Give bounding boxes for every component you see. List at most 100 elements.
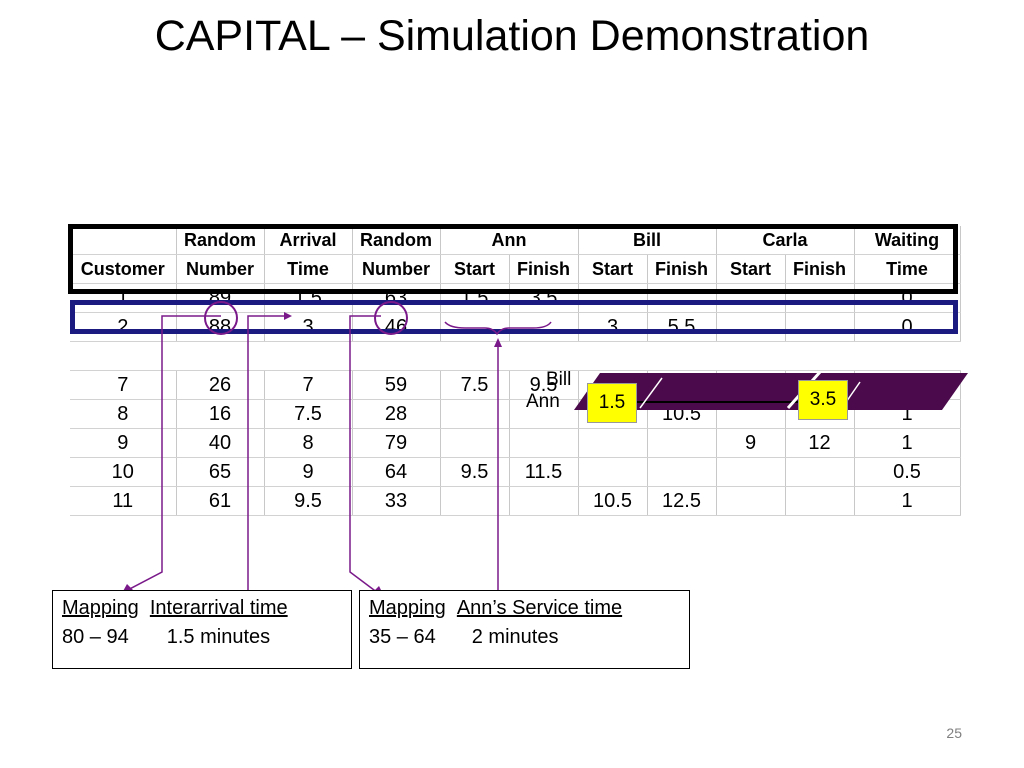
table-body-top: 1 89 1.5 63 1.5 3.5 0 2 88 3 46 3 5.5 0	[70, 283, 961, 342]
group-header: Waiting	[854, 226, 961, 255]
table-cell: 12	[785, 428, 855, 458]
table-cell	[785, 486, 855, 516]
sub-header: Finish	[785, 254, 855, 284]
table-cell	[440, 486, 510, 516]
table-cell	[509, 428, 579, 458]
table-cell: 26	[176, 370, 265, 400]
table-cell	[647, 428, 717, 458]
table-cell: 40	[176, 428, 265, 458]
table-cell: 11.5	[509, 457, 579, 487]
table-cell: 7	[264, 370, 353, 400]
circle-random-63	[374, 301, 408, 335]
callout-subtitle: Ann’s Service time	[456, 597, 623, 619]
table-cell: 3.5	[509, 283, 579, 313]
table-cell: 61	[176, 486, 265, 516]
table-cell: 8	[70, 399, 177, 429]
sub-header: Finish	[509, 254, 579, 284]
table-cell: 1	[854, 486, 961, 516]
gantt-end-value: 3.5	[798, 380, 848, 420]
sub-header: Time	[854, 254, 961, 284]
table-cell: 3	[264, 312, 353, 342]
table-cell: 9.5	[440, 457, 510, 487]
simulation-table: Random Arrival Random Ann Bill Carla Wai…	[70, 226, 961, 516]
page-number: 25	[946, 725, 962, 741]
table-cell	[440, 312, 510, 342]
table-cell	[647, 370, 717, 400]
table-cell: 59	[352, 370, 441, 400]
table-row: 11 61 9.5 33 10.5 12.5 1	[70, 486, 961, 516]
sub-header: Number	[176, 254, 265, 284]
table-cell: 10	[70, 457, 177, 487]
table-cell: 0	[854, 312, 961, 342]
table-cell	[785, 312, 855, 342]
table-cell: 1	[70, 283, 177, 313]
table-cell: 33	[352, 486, 441, 516]
table-cell	[647, 457, 717, 487]
circle-random-89	[204, 301, 238, 335]
sub-header: Start	[440, 254, 510, 284]
table-cell: 8	[264, 428, 353, 458]
gantt-gap-row	[70, 341, 961, 371]
table-cell	[578, 283, 648, 313]
callout-title: Mapping	[369, 597, 446, 619]
table-cell: 79	[352, 428, 441, 458]
table-cell: 7	[70, 370, 177, 400]
table-cell: 1.5	[264, 283, 353, 313]
table-cell	[440, 428, 510, 458]
table-cell: 9	[264, 457, 353, 487]
table-cell: 9.5	[264, 486, 353, 516]
table-cell: 2	[70, 312, 177, 342]
table-cell: 3	[578, 312, 648, 342]
sub-header: Time	[264, 254, 353, 284]
table-cell: 65	[176, 457, 265, 487]
table-cell: 0.5	[854, 457, 961, 487]
table-cell	[578, 428, 648, 458]
table-row: 9 40 8 79 9 12 1	[70, 428, 961, 458]
table-cell	[785, 283, 855, 313]
group-header-ann: Ann	[440, 226, 579, 255]
sub-header: Start	[578, 254, 648, 284]
table-cell: 1	[854, 399, 961, 429]
table-cell	[716, 486, 786, 516]
table-cell	[785, 457, 855, 487]
table-cell: 5.5	[647, 312, 717, 342]
callout-interarrival-mapping: Mapping Interarrival time 80 – 94 1.5 min…	[52, 590, 352, 669]
table-cell	[716, 283, 786, 313]
table-cell: 28	[352, 399, 441, 429]
table-cell	[578, 457, 648, 487]
sub-header: Finish	[647, 254, 717, 284]
table-cell: 11	[70, 486, 177, 516]
table-cell: 1.5	[440, 283, 510, 313]
group-header: Random	[352, 226, 441, 255]
table-cell	[647, 283, 717, 313]
callout-subtitle: Interarrival time	[149, 597, 288, 619]
group-header: Random	[176, 226, 265, 255]
callout-range: 35 – 64	[369, 626, 436, 648]
gantt-label-bill: Bill	[546, 369, 572, 390]
sub-header: Customer	[70, 254, 177, 284]
table-cell: 9	[716, 428, 786, 458]
table-cell: 10.5	[647, 399, 717, 429]
group-header-carla: Carla	[716, 226, 855, 255]
sub-header-row: Customer Number Time Number Start Finish…	[70, 254, 961, 284]
table-cell	[716, 312, 786, 342]
table-cell	[716, 370, 786, 400]
table-cell: 64	[352, 457, 441, 487]
callout-result: 1.5 minutes	[166, 626, 271, 648]
group-header-row: Random Arrival Random Ann Bill Carla Wai…	[70, 226, 961, 255]
callout-range: 80 – 94	[62, 626, 129, 648]
table-cell: 10.5	[578, 486, 648, 516]
table-cell: 0	[854, 283, 961, 313]
callout-service-mapping: Mapping Ann’s Service time 35 – 64 2 minu…	[359, 590, 690, 669]
sub-header: Start	[716, 254, 786, 284]
table-cell: 7.5	[264, 399, 353, 429]
table-cell: 7.5	[440, 370, 510, 400]
callout-result: 2 minutes	[471, 626, 559, 648]
table-cell: 9	[70, 428, 177, 458]
table-cell	[509, 486, 579, 516]
gantt-label-ann: Ann	[526, 391, 560, 412]
slide-title: CAPITAL – Simulation Demonstration	[154, 12, 870, 60]
table-row: 1 89 1.5 63 1.5 3.5 0	[70, 283, 961, 313]
gantt-start-value: 1.5	[587, 383, 637, 423]
table-cell	[440, 399, 510, 429]
